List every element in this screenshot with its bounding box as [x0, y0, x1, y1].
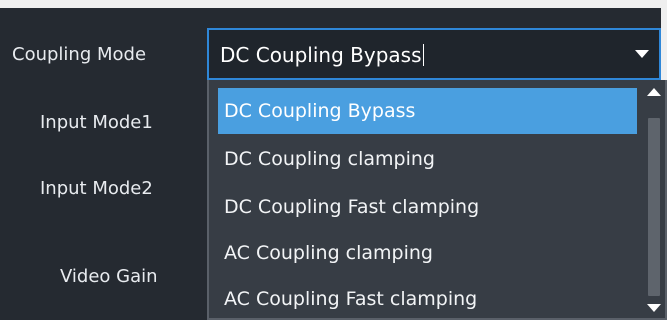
input-mode1-label: Input Mode1 — [40, 112, 153, 133]
coupling-option-dc-clamping[interactable]: DC Coupling clamping — [218, 136, 637, 182]
coupling-option-ac-clamping[interactable]: AC Coupling clamping — [218, 230, 637, 276]
settings-panel: Coupling Mode Input Mode1 Input Mode2 Vi… — [0, 0, 667, 320]
dropdown-scrollbar[interactable] — [647, 86, 661, 314]
scrollbar-thumb[interactable] — [648, 118, 660, 296]
scroll-down-arrow-icon[interactable] — [647, 304, 661, 312]
video-gain-label: Video Gain — [60, 266, 158, 287]
coupling-option-dc-bypass[interactable]: DC Coupling Bypass — [218, 88, 637, 134]
scroll-up-arrow-icon[interactable] — [647, 88, 661, 96]
coupling-option-ac-fast-clamping[interactable]: AC Coupling Fast clamping — [218, 276, 637, 318]
input-mode2-label: Input Mode2 — [40, 178, 153, 199]
coupling-mode-label: Coupling Mode — [12, 44, 147, 65]
coupling-option-dc-fast-clamping[interactable]: DC Coupling Fast clamping — [218, 184, 637, 230]
coupling-mode-value-text: DC Coupling Bypass — [220, 43, 422, 67]
coupling-mode-dropdown-list: DC Coupling Bypass DC Coupling clamping … — [207, 80, 667, 320]
text-cursor — [423, 44, 425, 66]
coupling-mode-select[interactable]: DC Coupling Bypass — [207, 28, 661, 80]
coupling-mode-select-value: DC Coupling Bypass — [220, 43, 425, 67]
triangle-down-icon[interactable] — [635, 50, 649, 58]
